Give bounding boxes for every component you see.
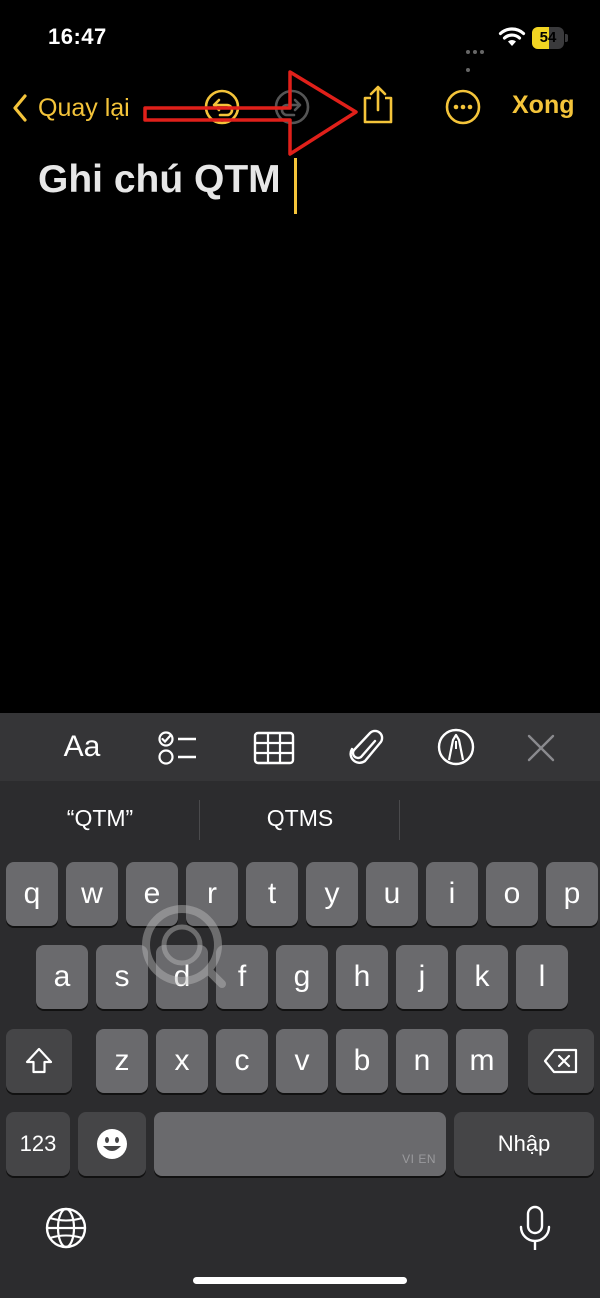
paperclip-icon[interactable] <box>348 727 386 769</box>
delete-key[interactable] <box>528 1029 594 1093</box>
key-p[interactable]: p <box>546 862 598 926</box>
key-l[interactable]: l <box>516 945 568 1009</box>
battery-percent: 54 <box>539 29 557 46</box>
format-label: Aa <box>63 730 101 763</box>
suggestion-item[interactable]: QTMS <box>200 805 400 832</box>
suggestion-item[interactable]: “QTM” <box>0 805 200 832</box>
key-a[interactable]: a <box>36 945 88 1009</box>
home-indicator <box>193 1277 407 1284</box>
wifi-icon <box>498 27 526 46</box>
key-n[interactable]: n <box>396 1029 448 1093</box>
key-w[interactable]: w <box>66 862 118 926</box>
share-button[interactable] <box>360 84 396 126</box>
shift-key[interactable] <box>6 1029 72 1093</box>
annotation-arrow-icon <box>143 70 358 156</box>
key-z[interactable]: z <box>96 1029 148 1093</box>
return-key[interactable]: Nhập <box>454 1112 594 1176</box>
table-icon[interactable] <box>253 730 295 766</box>
emoji-key[interactable] <box>78 1112 146 1176</box>
space-language-label: VI EN <box>402 1152 436 1166</box>
done-button[interactable]: Xong <box>512 91 575 120</box>
space-key[interactable]: VI EN <box>154 1112 446 1176</box>
more-options-button[interactable] <box>444 88 482 126</box>
globe-icon[interactable] <box>44 1206 88 1250</box>
shift-icon <box>25 1047 53 1074</box>
format-button[interactable]: Aa <box>60 727 104 767</box>
key-q[interactable]: q <box>6 862 58 926</box>
key-m[interactable]: m <box>456 1029 508 1093</box>
emoji-icon <box>97 1129 127 1159</box>
key-b[interactable]: b <box>336 1029 388 1093</box>
battery-icon: 54 <box>532 27 570 49</box>
chevron-left-icon <box>13 94 27 122</box>
key-x[interactable]: x <box>156 1029 208 1093</box>
status-time: 16:47 <box>48 24 107 49</box>
suggestion-divider <box>399 800 400 840</box>
back-button[interactable]: Quay lại <box>12 88 130 128</box>
close-icon[interactable] <box>526 733 556 763</box>
text-cursor <box>294 158 297 214</box>
key-v[interactable]: v <box>276 1029 328 1093</box>
key-c[interactable]: c <box>216 1029 268 1093</box>
backspace-icon <box>543 1048 578 1074</box>
back-label: Quay lại <box>38 93 130 122</box>
signal-icon <box>466 41 492 72</box>
markup-pen-icon[interactable] <box>436 727 476 767</box>
microphone-icon[interactable] <box>516 1205 554 1253</box>
checklist-icon[interactable] <box>156 728 200 768</box>
notes-screen: { "status_bar": { "time": "16:47", "batt… <box>0 0 600 1298</box>
watermark-logo-icon <box>142 905 226 988</box>
note-title[interactable]: Ghi chú QTM <box>38 158 281 202</box>
numbers-key[interactable]: 123 <box>6 1112 70 1176</box>
